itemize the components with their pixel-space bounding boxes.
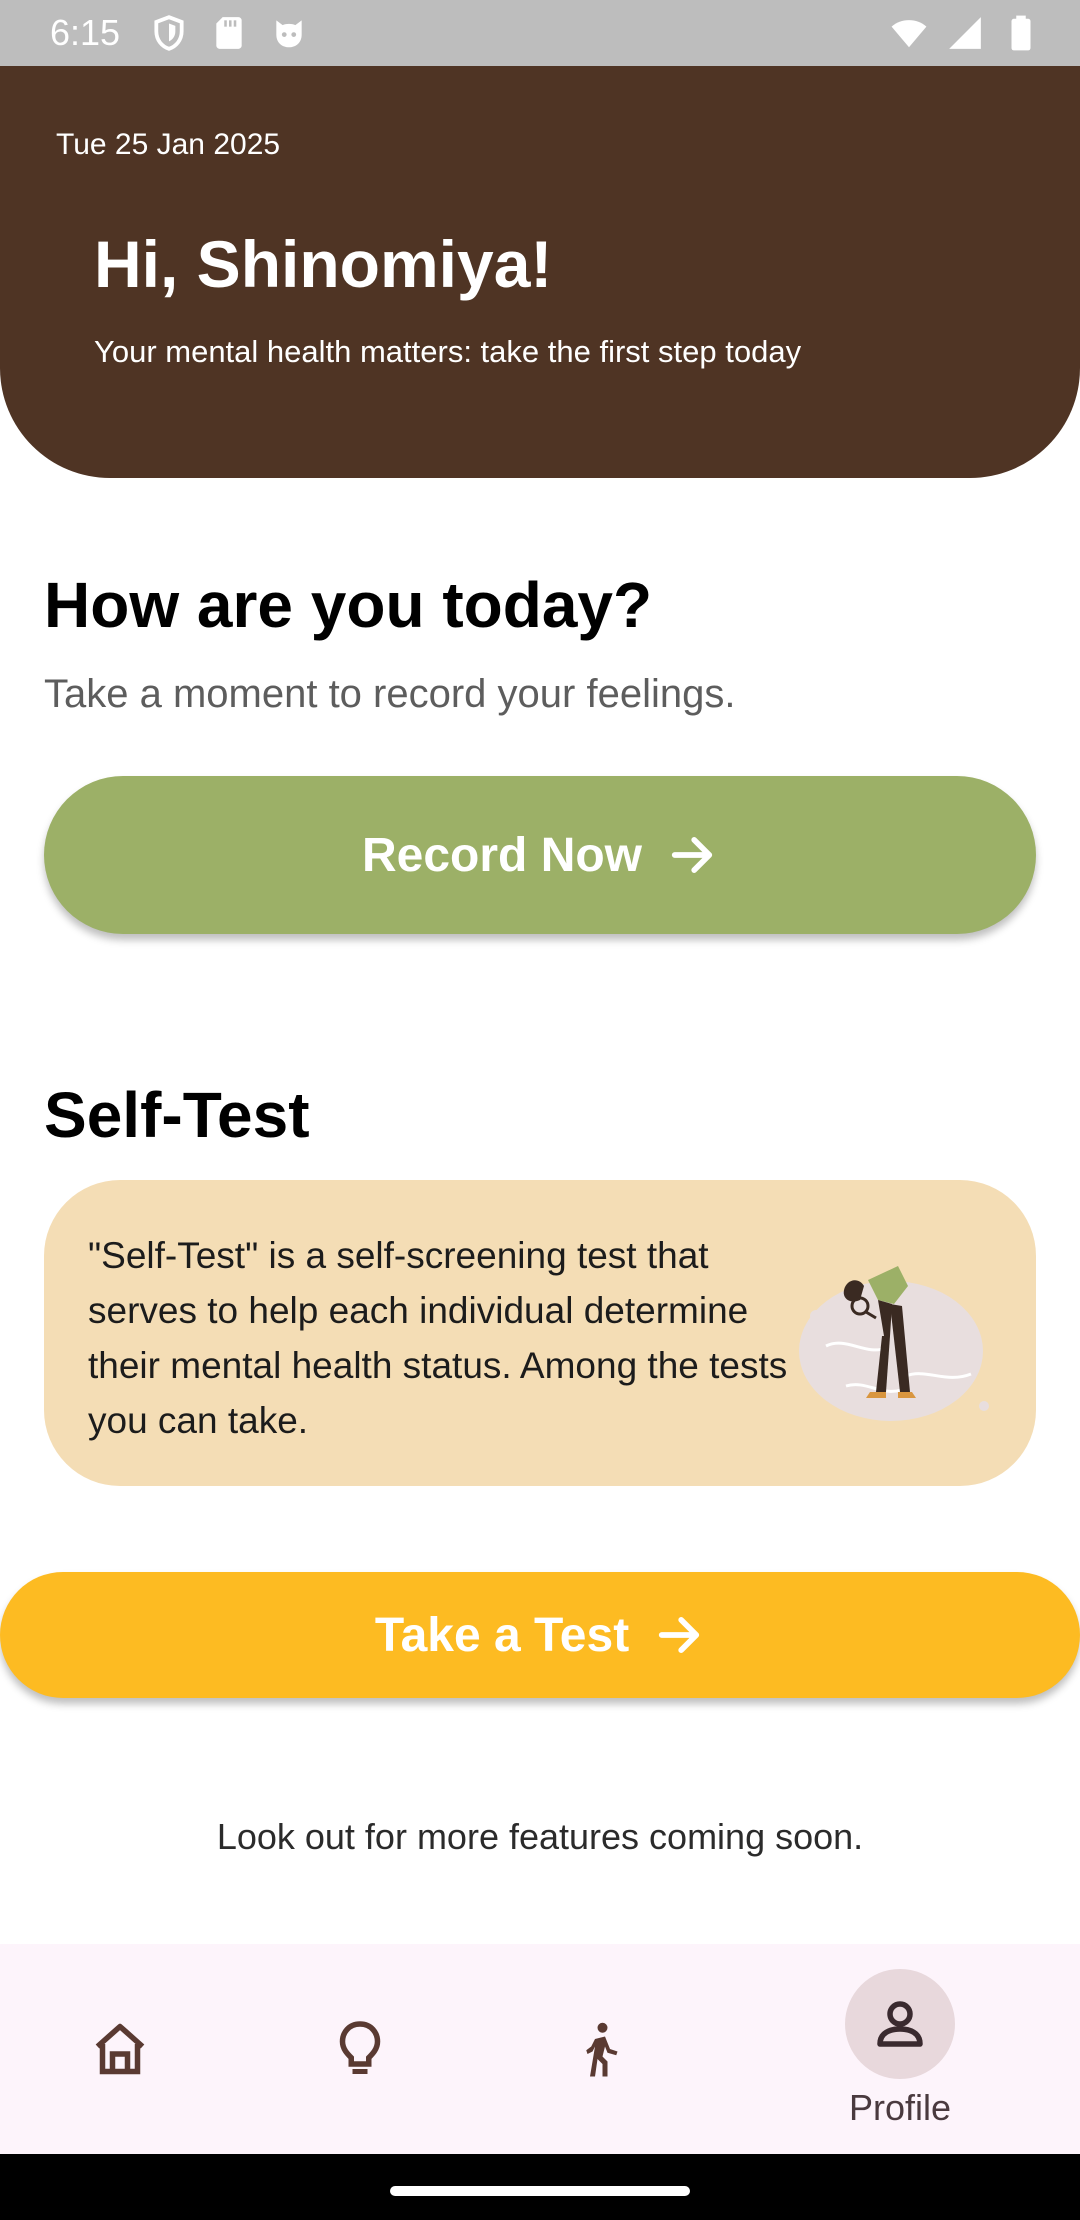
self-test-illustration <box>799 1266 989 1421</box>
take-a-test-button[interactable]: Take a Test <box>0 1572 1080 1698</box>
cat-face-icon <box>276 20 302 48</box>
cellular-signal-icon <box>949 17 981 49</box>
arrow-right-icon <box>671 837 713 873</box>
current-date: Tue 25 Jan 2025 <box>56 128 281 161</box>
greeting-subtitle: Your mental health matters: take the fir… <box>94 334 802 369</box>
nav-activity[interactable] <box>490 1944 710 2154</box>
record-now-label: Record Now <box>361 828 643 882</box>
home-gesture-handle[interactable] <box>390 2186 690 2196</box>
take-a-test-label: Take a Test <box>374 1608 630 1662</box>
arrow-right-icon <box>659 1617 700 1653</box>
profile-icon <box>877 2001 923 2047</box>
record-now-button[interactable]: Record Now <box>44 776 1036 934</box>
home-icon <box>95 2023 145 2075</box>
bottom-navigation: Profile <box>0 1944 1080 2154</box>
self-test-title: Self-Test <box>44 1079 310 1151</box>
nav-home[interactable] <box>10 1944 230 2154</box>
nav-profile-indicator <box>845 1969 955 2079</box>
status-system-icons <box>890 14 1040 52</box>
greeting-header: Tue 25 Jan 2025 Hi, Shinomiya! Your ment… <box>0 66 1080 478</box>
walking-person-icon <box>586 2022 618 2077</box>
self-test-description: "Self-Test" is a self-screening test tha… <box>88 1235 788 1441</box>
status-notification-icons <box>150 14 308 52</box>
self-test-card: "Self-Test" is a self-screening test tha… <box>44 1180 1036 1486</box>
mood-section-title: How are you today? <box>44 569 653 641</box>
nav-profile[interactable]: Profile <box>790 1944 1010 2154</box>
status-time: 6:15 <box>50 12 121 53</box>
nav-profile-label: Profile <box>848 2087 952 2128</box>
lightbulb-icon <box>339 2021 381 2074</box>
shield-icon <box>154 15 184 51</box>
system-gesture-bar <box>0 2154 1080 2220</box>
mood-section-subtitle: Take a moment to record your feelings. <box>44 672 736 716</box>
sd-card-icon <box>216 17 242 49</box>
coming-soon-note: Look out for more features coming soon. <box>216 1816 864 1857</box>
wifi-icon <box>891 20 927 48</box>
nav-insights[interactable] <box>250 1944 470 2154</box>
greeting-title: Hi, Shinomiya! <box>94 227 553 301</box>
status-bar: 6:15 <box>0 0 1080 66</box>
battery-icon <box>1011 15 1031 51</box>
